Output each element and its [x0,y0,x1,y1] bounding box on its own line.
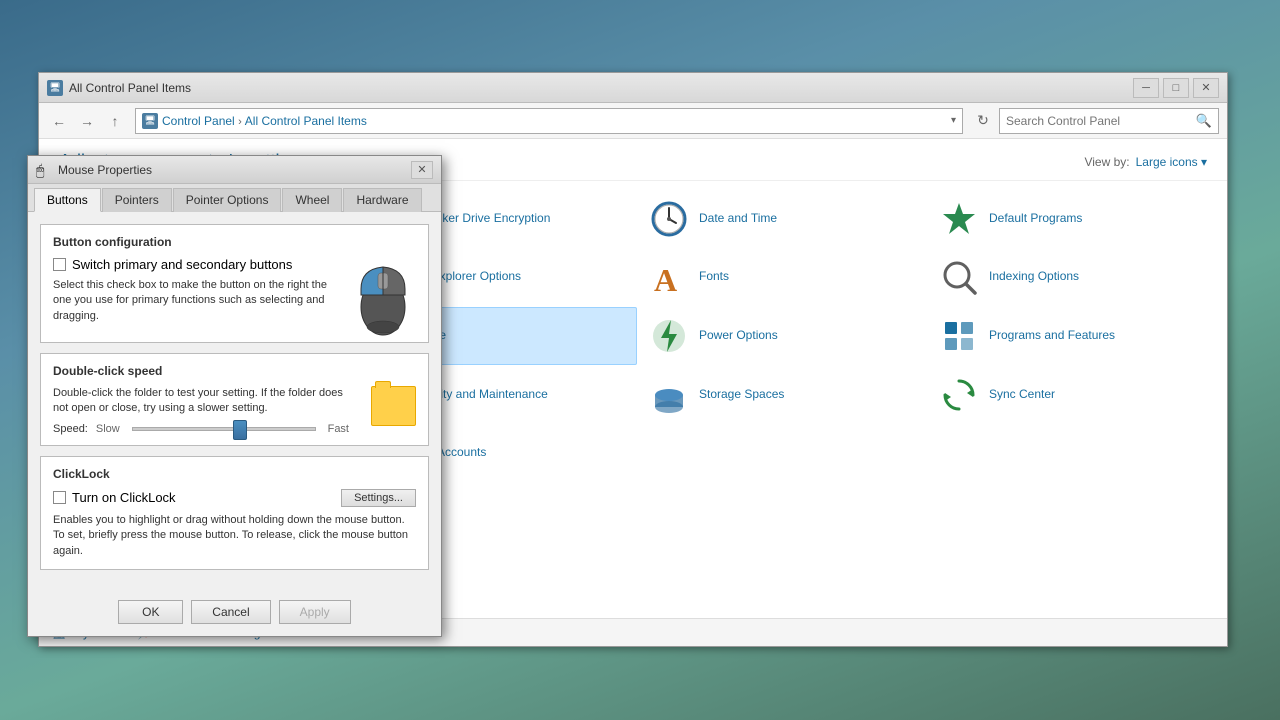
dialog-title: Mouse Properties [58,163,411,177]
tab-pointers[interactable]: Pointers [102,188,172,212]
cp-item-name: Default Programs [989,211,1082,227]
speed-label: Speed: [53,423,88,435]
cp-item-programs-and-feature[interactable]: Programs and Features [929,307,1217,365]
window-icon: 🖥 [47,80,63,96]
apply-button[interactable]: Apply [279,600,351,624]
address-icon: 🖥 [142,113,158,129]
view-by-control: View by: Large icons ▾ [1084,155,1207,169]
navbar: ← → ↑ 🖥 Control Panel › All Control Pane… [39,103,1227,139]
cp-item-icon [649,316,689,356]
desktop: 🖥 All Control Panel Items ─ □ ✕ ← → ↑ 🖥 … [0,0,1280,720]
button-config-title: Button configuration [53,235,416,249]
cp-item-indexing-options[interactable]: Indexing Options [929,249,1217,305]
cp-item-sync-center[interactable]: Sync Center [929,367,1217,423]
slow-label: Slow [96,423,120,435]
dialog-body: Button configuration Switch primary and … [28,212,441,592]
tab-wheel[interactable]: Wheel [282,188,342,212]
search-icon: 🔍 [1196,113,1212,129]
double-click-content: Double-click the folder to test your set… [53,386,416,435]
folder-test-area[interactable] [361,386,416,426]
cp-item-icon [649,375,689,415]
close-button[interactable]: ✕ [1193,78,1219,98]
cp-item-icon [649,199,689,239]
window-title: All Control Panel Items [69,81,1133,95]
cp-item-icon [939,257,979,297]
cp-item-power-options[interactable]: Power Options [639,307,927,365]
address-control-panel[interactable]: Control Panel [162,114,235,128]
cp-item-icon [939,316,979,356]
speed-slider-thumb[interactable] [233,420,247,440]
switch-buttons-row: Switch primary and secondary buttons [53,257,339,272]
fast-label: Fast [328,423,349,435]
test-folder-icon[interactable] [371,386,416,426]
cp-item-name: Programs and Features [989,328,1115,344]
switch-buttons-label: Switch primary and secondary buttons [72,257,292,272]
double-click-desc: Double-click the folder to test your set… [53,386,349,417]
address-bar[interactable]: 🖥 Control Panel › All Control Panel Item… [135,108,963,134]
cp-item-name: Sync Center [989,387,1055,403]
up-button[interactable]: ↑ [103,109,127,133]
switch-buttons-checkbox[interactable] [53,258,66,271]
back-button[interactable]: ← [47,109,71,133]
button-config-content: Switch primary and secondary buttons Sel… [53,257,416,332]
cp-item-name: Power Options [699,328,778,344]
titlebar-buttons: ─ □ ✕ [1133,78,1219,98]
double-click-title: Double-click speed [53,364,416,378]
double-click-section: Double-click speed Double-click the fold… [40,353,429,446]
cp-item-icon: A [649,257,689,297]
cp-item-storage-spaces[interactable]: Storage Spaces [639,367,927,423]
cp-item-icon [939,375,979,415]
speed-row: Speed: Slow Fast [53,423,349,435]
clicklock-row: Turn on ClickLock Settings... [53,489,416,507]
minimize-button[interactable]: ─ [1133,78,1159,98]
address-dropdown-icon[interactable]: ▾ [951,115,956,126]
view-by-value[interactable]: Large icons ▾ [1136,155,1207,169]
mouse-illustration [351,257,416,332]
clicklock-section: ClickLock Turn on ClickLock Settings... … [40,456,429,570]
clicklock-desc: Enables you to highlight or drag without… [53,513,416,559]
dialog-footer: OK Cancel Apply [28,592,441,636]
cp-item-name: Fonts [699,269,729,285]
maximize-button[interactable]: □ [1163,78,1189,98]
cp-item-name: Indexing Options [989,269,1079,285]
tab-buttons[interactable]: Buttons [34,188,101,212]
clicklock-title: ClickLock [53,467,416,481]
svg-text:A: A [654,262,677,297]
tab-pointer-options[interactable]: Pointer Options [173,188,282,212]
dialog-icon: 🖱 [36,162,52,178]
search-input[interactable] [1006,114,1196,128]
button-config-desc: Select this check box to make the button… [53,278,339,324]
cp-item-icon [939,199,979,239]
cp-item-fonts[interactable]: A Fonts [639,249,927,305]
dialog-close-button[interactable]: ✕ [411,161,433,179]
cp-item-date-and-time[interactable]: Date and Time [639,191,927,247]
address-all-items[interactable]: All Control Panel Items [245,114,367,128]
cp-item-name: Storage Spaces [699,387,784,403]
clicklock-label: Turn on ClickLock [72,490,176,505]
breadcrumb-separator: › [238,116,245,128]
forward-button[interactable]: → [75,109,99,133]
address-text: Control Panel › All Control Panel Items [162,114,947,128]
clicklock-checkbox[interactable] [53,491,66,504]
dialog-tabs: Buttons Pointers Pointer Options Wheel H… [28,184,441,212]
cp-item-default-programs[interactable]: Default Programs [929,191,1217,247]
speed-slider-track[interactable] [132,427,316,431]
double-click-text: Double-click the folder to test your set… [53,386,349,435]
titlebar: 🖥 All Control Panel Items ─ □ ✕ [39,73,1227,103]
view-by-label: View by: [1084,155,1129,169]
cp-item-name: Date and Time [699,211,777,227]
dialog-titlebar: 🖱 Mouse Properties ✕ [28,156,441,184]
button-config-text: Switch primary and secondary buttons Sel… [53,257,339,324]
tab-hardware[interactable]: Hardware [343,188,421,212]
ok-button[interactable]: OK [118,600,183,624]
clicklock-settings-button[interactable]: Settings... [341,489,416,507]
search-box: 🔍 [999,108,1219,134]
cancel-button[interactable]: Cancel [191,600,270,624]
mouse-dialog: 🖱 Mouse Properties ✕ Buttons Pointers Po… [27,155,442,637]
refresh-button[interactable]: ↻ [971,109,995,133]
button-config-section: Button configuration Switch primary and … [40,224,429,343]
clicklock-checkbox-row: Turn on ClickLock [53,490,176,505]
